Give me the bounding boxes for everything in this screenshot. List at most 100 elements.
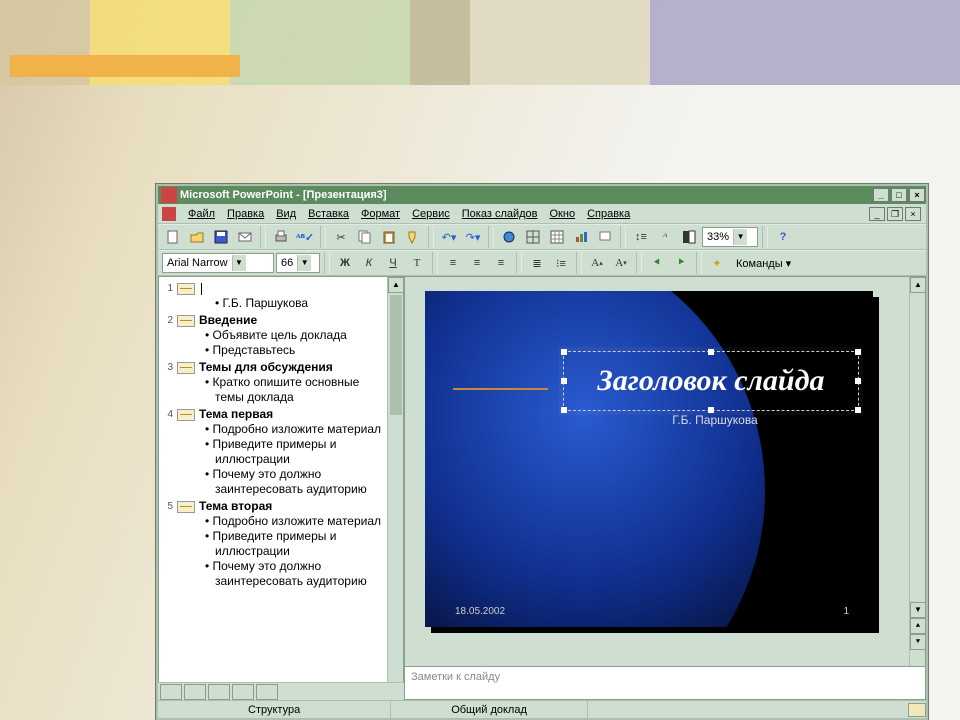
- zoom-combo[interactable]: 33% ▼: [702, 227, 758, 247]
- promote-button[interactable]: ⯇: [646, 252, 668, 274]
- bold-button[interactable]: Ж: [334, 252, 356, 274]
- scroll-thumb[interactable]: [390, 295, 402, 415]
- print-button[interactable]: [270, 226, 292, 248]
- tables-borders-button[interactable]: [522, 226, 544, 248]
- outline-bullet[interactable]: Приведите примеры и иллюстрации: [205, 437, 385, 467]
- slide-subtitle[interactable]: Г.Б. Паршукова: [575, 413, 855, 427]
- menu-file[interactable]: Файл: [182, 206, 221, 222]
- outline-bullet[interactable]: Подробно изложите материал: [205, 422, 385, 437]
- menu-view[interactable]: Вид: [270, 206, 302, 222]
- outline-view-button[interactable]: [184, 684, 206, 700]
- slide-scrollbar[interactable]: ▲ ▼ ⯅ ⯆: [909, 277, 925, 666]
- menu-edit[interactable]: Правка: [221, 206, 270, 222]
- outline-bullet[interactable]: Почему это должно заинтересовать аудитор…: [205, 559, 385, 589]
- outline-bullet[interactable]: Почему это должно заинтересовать аудитор…: [205, 467, 385, 497]
- minimize-button[interactable]: _: [873, 188, 889, 202]
- redo-button[interactable]: ↷▾: [462, 226, 484, 248]
- new-slide-button[interactable]: [594, 226, 616, 248]
- help-button[interactable]: ?: [772, 226, 794, 248]
- slide-preview[interactable]: Заголовок слайда Г.Б. Паршукова 18.05.20…: [425, 291, 873, 627]
- mail-button[interactable]: [234, 226, 256, 248]
- outline-pane[interactable]: 1 Г.Б. Паршукова 2 Введение Объявите цел…: [158, 276, 404, 700]
- resize-handle[interactable]: [855, 349, 861, 355]
- increase-font-button[interactable]: A▴: [586, 252, 608, 274]
- status-spell-icon[interactable]: [908, 703, 926, 717]
- resize-handle[interactable]: [561, 407, 567, 413]
- font-combo[interactable]: Arial Narrow ▼: [162, 253, 274, 273]
- resize-handle[interactable]: [561, 349, 567, 355]
- underline-button[interactable]: Ч: [382, 252, 404, 274]
- align-right-button[interactable]: ≡: [490, 252, 512, 274]
- prev-slide-icon[interactable]: ⯅: [910, 618, 926, 634]
- outline-scrollbar[interactable]: ▲ ▼: [387, 277, 403, 699]
- scroll-down-icon[interactable]: ▼: [910, 602, 926, 618]
- outline-bullet[interactable]: Подробно изложите материал: [205, 514, 385, 529]
- expand-button[interactable]: ↕≡: [630, 226, 652, 248]
- undo-button[interactable]: ↶▾: [438, 226, 460, 248]
- italic-button[interactable]: К: [358, 252, 380, 274]
- demote-button[interactable]: ⯈: [670, 252, 692, 274]
- resize-handle[interactable]: [708, 349, 714, 355]
- align-center-button[interactable]: ≡: [466, 252, 488, 274]
- show-formatting-button[interactable]: ᴬ: [654, 226, 676, 248]
- slideshow-view-button[interactable]: [256, 684, 278, 700]
- copy-button[interactable]: [354, 226, 376, 248]
- outline-slide-5[interactable]: 5 Тема вторая: [161, 499, 385, 514]
- paste-button[interactable]: [378, 226, 400, 248]
- align-left-button[interactable]: ≡: [442, 252, 464, 274]
- outline-bullet[interactable]: Кратко опишите основные темы доклада: [205, 375, 385, 405]
- slide-title-placeholder[interactable]: Заголовок слайда: [563, 351, 859, 411]
- doc-minimize-button[interactable]: _: [869, 207, 885, 221]
- grayscale-button[interactable]: [678, 226, 700, 248]
- maximize-button[interactable]: □: [891, 188, 907, 202]
- slide-icon: [177, 409, 195, 421]
- font-size-combo[interactable]: 66 ▼: [276, 253, 320, 273]
- outline-author[interactable]: Г.Б. Паршукова: [205, 296, 385, 311]
- cut-button[interactable]: ✂: [330, 226, 352, 248]
- resize-handle[interactable]: [561, 378, 567, 384]
- powerpoint-window: Microsoft PowerPoint - [Презентация3] _ …: [156, 184, 928, 720]
- outline-slide-1[interactable]: 1: [161, 281, 385, 296]
- doc-restore-button[interactable]: ❐: [887, 207, 903, 221]
- slide-view-button[interactable]: [208, 684, 230, 700]
- animation-effects-button[interactable]: ✦: [706, 252, 728, 274]
- decrease-font-button[interactable]: A▾: [610, 252, 632, 274]
- insert-table-button[interactable]: [546, 226, 568, 248]
- outline-slide-3[interactable]: 3 Темы для обсуждения: [161, 360, 385, 375]
- menu-format[interactable]: Формат: [355, 206, 406, 222]
- numbered-list-button[interactable]: ≣: [526, 252, 548, 274]
- outline-slide-4[interactable]: 4 Тема первая: [161, 407, 385, 422]
- bulleted-list-button[interactable]: ⁝≡: [550, 252, 572, 274]
- menu-tools[interactable]: Сервис: [406, 206, 456, 222]
- scroll-up-icon[interactable]: ▲: [388, 277, 404, 293]
- menu-help[interactable]: Справка: [581, 206, 636, 222]
- close-button[interactable]: ×: [909, 188, 925, 202]
- new-button[interactable]: [162, 226, 184, 248]
- window-title: Microsoft PowerPoint - [Презентация3]: [180, 189, 387, 201]
- outline-bullet[interactable]: Приведите примеры и иллюстрации: [205, 529, 385, 559]
- spellcheck-button[interactable]: ᴬᴮ✓: [294, 226, 316, 248]
- doc-close-button[interactable]: ×: [905, 207, 921, 221]
- outline-bullet[interactable]: Представьтесь: [205, 343, 385, 358]
- shadow-button[interactable]: T: [406, 252, 428, 274]
- next-slide-icon[interactable]: ⯆: [910, 634, 926, 650]
- outline-slide-2[interactable]: 2 Введение: [161, 313, 385, 328]
- format-painter-button[interactable]: [402, 226, 424, 248]
- outline-bullet[interactable]: Объявите цель доклада: [205, 328, 385, 343]
- resize-handle[interactable]: [855, 407, 861, 413]
- menu-insert[interactable]: Вставка: [302, 206, 355, 222]
- open-button[interactable]: [186, 226, 208, 248]
- menu-slideshow[interactable]: Показ слайдов: [456, 206, 544, 222]
- slide-canvas[interactable]: Заголовок слайда Г.Б. Паршукова 18.05.20…: [404, 276, 926, 666]
- scroll-up-icon[interactable]: ▲: [910, 277, 926, 293]
- normal-view-button[interactable]: [160, 684, 182, 700]
- save-button[interactable]: [210, 226, 232, 248]
- insert-chart-button[interactable]: [570, 226, 592, 248]
- common-tasks-button[interactable]: Команды ▾: [730, 255, 797, 272]
- titlebar[interactable]: Microsoft PowerPoint - [Презентация3] _ …: [158, 186, 926, 204]
- hyperlink-button[interactable]: [498, 226, 520, 248]
- notes-pane[interactable]: Заметки к слайду: [404, 666, 926, 700]
- menu-window[interactable]: Окно: [544, 206, 582, 222]
- resize-handle[interactable]: [855, 378, 861, 384]
- sorter-view-button[interactable]: [232, 684, 254, 700]
